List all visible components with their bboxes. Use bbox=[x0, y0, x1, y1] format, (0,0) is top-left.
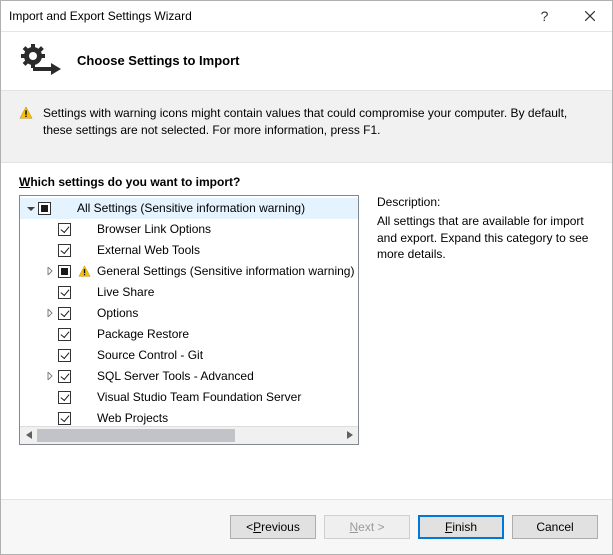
tree-item-label: SQL Server Tools - Advanced bbox=[95, 369, 256, 383]
finish-button[interactable]: Finish bbox=[418, 515, 504, 539]
tree-item[interactable]: Package Restore bbox=[20, 324, 358, 345]
tree-item-label: Web Projects bbox=[95, 411, 170, 425]
page-heading: Choose Settings to Import bbox=[77, 53, 240, 68]
checkbox[interactable] bbox=[58, 391, 71, 404]
prompt-label: Which settings do you want to import? bbox=[19, 175, 594, 189]
close-icon bbox=[585, 11, 595, 21]
tree-item[interactable]: Options bbox=[20, 303, 358, 324]
close-button[interactable] bbox=[567, 2, 612, 31]
checkbox[interactable] bbox=[58, 244, 71, 257]
warning-banner: Settings with warning icons might contai… bbox=[1, 90, 612, 163]
next-button: Next > bbox=[324, 515, 410, 539]
tree-item[interactable]: External Web Tools bbox=[20, 240, 358, 261]
expand-icon[interactable] bbox=[44, 309, 58, 317]
cancel-button[interactable]: Cancel bbox=[512, 515, 598, 539]
horizontal-scrollbar[interactable] bbox=[20, 426, 358, 444]
titlebar: Import and Export Settings Wizard ? bbox=[1, 1, 612, 32]
checkbox[interactable] bbox=[58, 307, 71, 320]
tree-item[interactable]: Browser Link Options bbox=[20, 219, 358, 240]
tree-item[interactable]: Web Projects bbox=[20, 408, 358, 426]
tree-item-label: Browser Link Options bbox=[95, 222, 213, 236]
warning-icon bbox=[19, 106, 33, 120]
content-area: Which settings do you want to import? Al… bbox=[1, 163, 612, 499]
wizard-footer: < Previous Next > Finish Cancel bbox=[1, 499, 612, 554]
checkbox[interactable] bbox=[58, 412, 71, 425]
scroll-track[interactable] bbox=[37, 427, 341, 444]
previous-button[interactable]: < Previous bbox=[230, 515, 316, 539]
wizard-window: Import and Export Settings Wizard ? bbox=[0, 0, 613, 555]
expand-icon[interactable] bbox=[44, 267, 58, 275]
window-title: Import and Export Settings Wizard bbox=[9, 9, 522, 23]
tree-item-label: All Settings (Sensitive information warn… bbox=[75, 201, 307, 215]
description-pane: Description: All settings that are avail… bbox=[377, 195, 594, 445]
tree-item-label: Visual Studio Team Foundation Server bbox=[95, 390, 303, 404]
help-button[interactable]: ? bbox=[522, 2, 567, 31]
tree-item-label: External Web Tools bbox=[95, 243, 202, 257]
scroll-right-button[interactable] bbox=[341, 427, 358, 444]
tree-item-label: Live Share bbox=[95, 285, 156, 299]
gear-arrow-icon bbox=[19, 44, 63, 76]
checkbox[interactable] bbox=[58, 349, 71, 362]
description-heading: Description: bbox=[377, 195, 594, 209]
tree-item-label: Package Restore bbox=[95, 327, 191, 341]
tree-item[interactable]: General Settings (Sensitive information … bbox=[20, 261, 358, 282]
tree-item[interactable]: Source Control - Git bbox=[20, 345, 358, 366]
expand-icon[interactable] bbox=[44, 372, 58, 380]
checkbox[interactable] bbox=[38, 202, 51, 215]
checkbox[interactable] bbox=[58, 265, 71, 278]
tree-item-label: General Settings (Sensitive information … bbox=[95, 264, 356, 278]
checkbox[interactable] bbox=[58, 223, 71, 236]
checkbox[interactable] bbox=[58, 370, 71, 383]
warning-icon bbox=[77, 265, 91, 278]
tree-item-label: Options bbox=[95, 306, 140, 320]
checkbox[interactable] bbox=[58, 286, 71, 299]
checkbox[interactable] bbox=[58, 328, 71, 341]
scroll-left-button[interactable] bbox=[20, 427, 37, 444]
scroll-thumb[interactable] bbox=[37, 429, 235, 442]
collapse-icon[interactable] bbox=[24, 204, 38, 212]
description-body: All settings that are available for impo… bbox=[377, 213, 594, 263]
tree-item[interactable]: Visual Studio Team Foundation Server bbox=[20, 387, 358, 408]
tree-item-label: Source Control - Git bbox=[95, 348, 205, 362]
warning-text: Settings with warning icons might contai… bbox=[43, 105, 594, 140]
settings-tree[interactable]: All Settings (Sensitive information warn… bbox=[19, 195, 359, 445]
tree-item[interactable]: SQL Server Tools - Advanced bbox=[20, 366, 358, 387]
tree-item[interactable]: All Settings (Sensitive information warn… bbox=[20, 198, 358, 219]
tree-item[interactable]: Live Share bbox=[20, 282, 358, 303]
wizard-header: Choose Settings to Import bbox=[1, 32, 612, 90]
